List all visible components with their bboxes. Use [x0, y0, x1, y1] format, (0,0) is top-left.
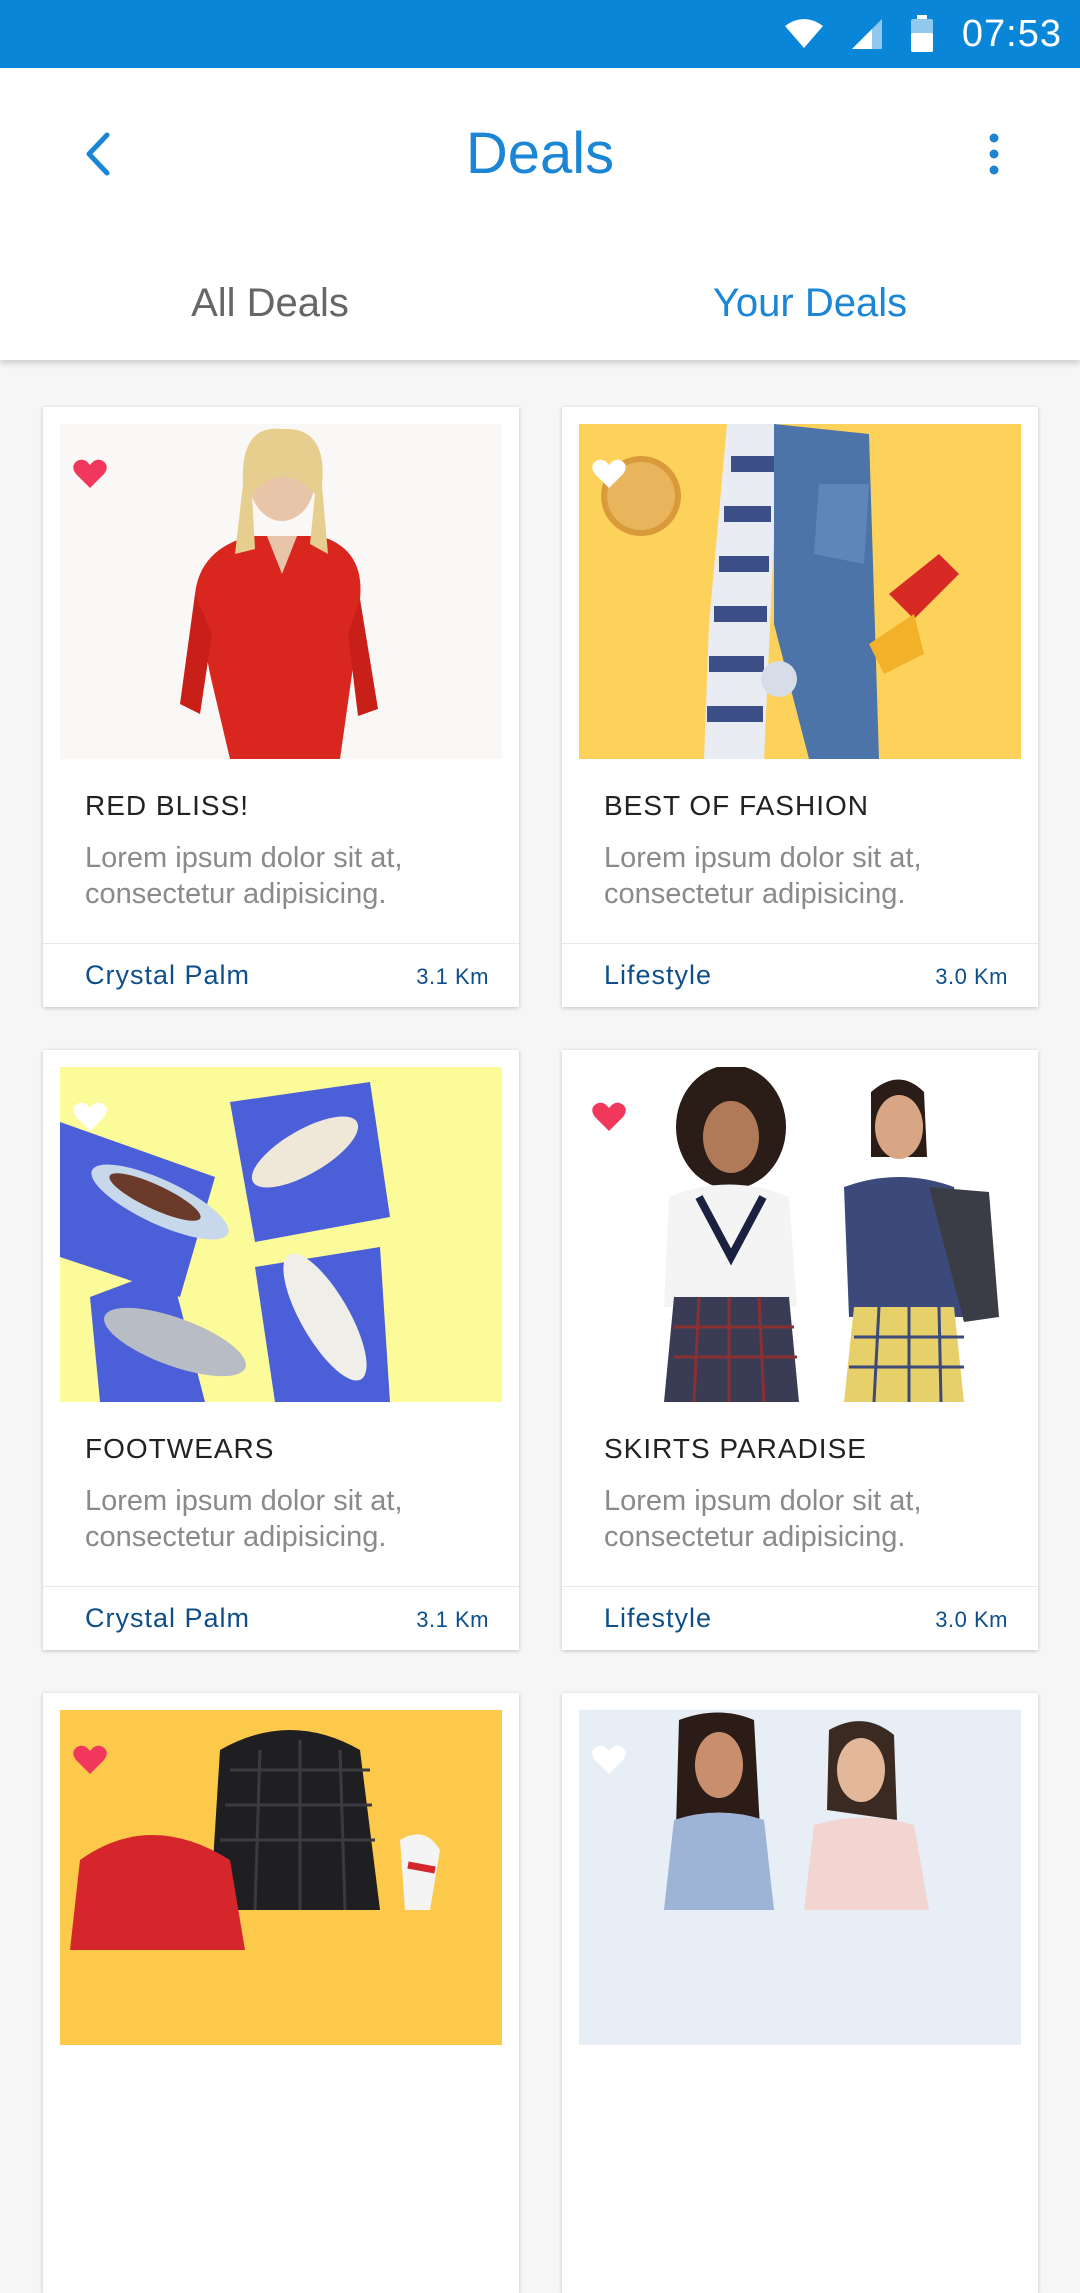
- deal-description: Lorem ipsum dolor sit at, consectetur ad…: [85, 1485, 403, 1553]
- divider: [562, 1586, 1038, 1587]
- deal-store: Lifestyle: [604, 960, 713, 990]
- deal-card[interactable]: [562, 1693, 1038, 2293]
- deal-card[interactable]: SKIRTS PARADISE Lorem ipsum dolor sit at…: [562, 1050, 1038, 1650]
- status-bar: 07:53: [0, 0, 1080, 68]
- status-time: 07:53: [961, 12, 1062, 55]
- deal-card[interactable]: RED BLISS! Lorem ipsum dolor sit at, con…: [43, 407, 519, 1007]
- deal-card[interactable]: BEST OF FASHION Lorem ipsum dolor sit at…: [562, 407, 1038, 1007]
- battery-icon: [910, 15, 934, 53]
- divider: [562, 943, 1038, 944]
- deal-image: [60, 1067, 502, 1402]
- divider: [43, 943, 519, 944]
- deal-image: [579, 1710, 1021, 2045]
- favorite-heart-icon[interactable]: [592, 1102, 626, 1132]
- favorite-heart-icon[interactable]: [73, 459, 107, 489]
- deal-title: SKIRTS PARADISE: [604, 1433, 867, 1464]
- wifi-icon: [784, 18, 824, 50]
- app-bar: Deals All Deals Your Deals: [0, 68, 1080, 360]
- more-options-button[interactable]: [966, 126, 1022, 182]
- deal-image: [579, 1067, 1021, 1402]
- tab-your-deals[interactable]: Your Deals: [540, 258, 1080, 348]
- deal-image: [60, 424, 502, 759]
- deal-store: Crystal Palm: [85, 960, 251, 990]
- favorite-heart-icon[interactable]: [73, 1102, 107, 1132]
- deal-card[interactable]: [43, 1693, 519, 2293]
- deal-image: [579, 424, 1021, 759]
- deal-store: Crystal Palm: [85, 1603, 251, 1633]
- deal-card[interactable]: FOOTWEARS Lorem ipsum dolor sit at, cons…: [43, 1050, 519, 1650]
- deal-distance: 3.1 Km: [416, 964, 489, 989]
- deal-store: Lifestyle: [604, 1603, 713, 1633]
- deal-title: BEST OF FASHION: [604, 790, 869, 821]
- divider: [43, 1586, 519, 1587]
- tab-all-deals[interactable]: All Deals: [0, 258, 540, 348]
- deal-description: Lorem ipsum dolor sit at, consectetur ad…: [85, 842, 403, 910]
- deal-distance: 3.0 Km: [935, 964, 1008, 989]
- deal-image: [60, 1710, 502, 2045]
- deal-description: Lorem ipsum dolor sit at, consectetur ad…: [604, 1485, 922, 1553]
- deal-title: RED BLISS!: [85, 790, 250, 821]
- favorite-heart-icon[interactable]: [73, 1745, 107, 1775]
- deal-title: FOOTWEARS: [85, 1433, 275, 1464]
- favorite-heart-icon[interactable]: [592, 1745, 626, 1775]
- favorite-heart-icon[interactable]: [592, 459, 626, 489]
- deal-description: Lorem ipsum dolor sit at, consectetur ad…: [604, 842, 922, 910]
- signal-icon: [850, 17, 884, 51]
- deal-distance: 3.0 Km: [935, 1607, 1008, 1632]
- deal-distance: 3.1 Km: [416, 1607, 489, 1632]
- page-title: Deals: [465, 121, 615, 186]
- tab-bar: All Deals Your Deals: [0, 258, 1080, 348]
- more-vertical-icon: [989, 133, 999, 175]
